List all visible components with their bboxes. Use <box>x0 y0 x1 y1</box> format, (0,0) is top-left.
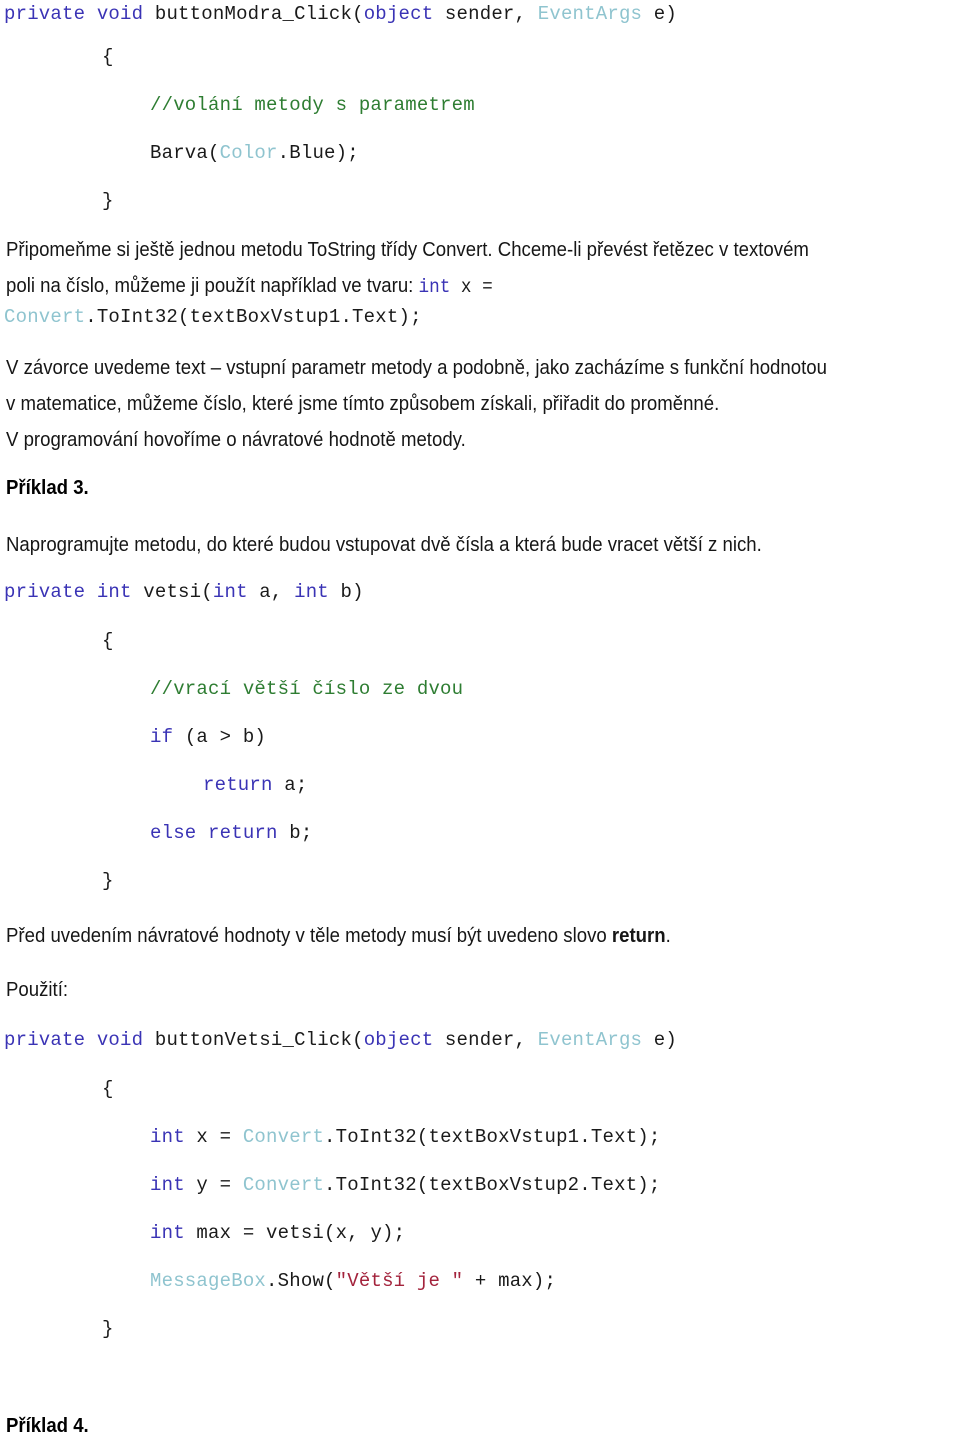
code-line-close-brace-1: } <box>102 190 114 212</box>
type-eventargs: EventArgs <box>537 3 643 25</box>
paragraph-return-text-pre: Před uvedením návratové hodnoty v těle m… <box>6 925 612 947</box>
keyword-private-3: private <box>4 1029 86 1051</box>
param-b: b) <box>328 581 364 603</box>
keyword-int-max: int <box>150 1222 185 1244</box>
param-sender: sender, <box>433 3 538 25</box>
code-line-open-brace-2: { <box>102 630 114 652</box>
method-name-vetsi: vetsi( <box>131 581 213 603</box>
method-toint32: .ToInt32(textBoxVstup1.Text); <box>85 306 422 328</box>
call-barva: Barva( <box>150 142 220 164</box>
param-e-close-2: e) <box>642 1029 677 1051</box>
keyword-object-2: object <box>363 1029 434 1051</box>
paragraph-zavorce-line1: V závorce uvedeme text – vstupní paramet… <box>6 357 827 379</box>
code-line-comment-volani-metody: //volání metody s parametrem <box>150 94 475 116</box>
code-line-messagebox-show: MessageBox.Show("Větší je " + max); <box>150 1270 556 1292</box>
paragraph-return-keyword: Před uvedením návratové hodnoty v těle m… <box>6 921 671 951</box>
code-line-method-signature-vetsi: private int vetsi(int a, int b) <box>4 581 364 603</box>
code-line-convert-toint32-inline: Convert.ToInt32(textBoxVstup1.Text); <box>4 306 422 328</box>
code-line-return-a: return a; <box>203 774 307 796</box>
string-literal-vetsi-je: "Větší je " <box>335 1270 464 1292</box>
type-convert-x: Convert <box>242 1126 325 1148</box>
code-line-comment-vraci-vetsi: //vrací větší číslo ze dvou <box>150 678 464 700</box>
keyword-private: private <box>4 3 86 25</box>
type-convert-y: Convert <box>242 1174 325 1196</box>
return-value-a: a; <box>272 774 308 796</box>
paragraph-tostring-line2-text: poli na číslo, můžeme ji použít napříkla… <box>6 275 419 297</box>
code-line-else-return-b: else return b; <box>150 822 312 844</box>
type-color: Color <box>219 142 278 164</box>
method-name-buttonVetsi-click: buttonVetsi_Click( <box>143 1029 364 1051</box>
return-value-b: b; <box>277 822 313 844</box>
type-eventargs-2: EventArgs <box>537 1029 643 1051</box>
paragraph-tostring-line2: poli na číslo, můžeme ji použít napříkla… <box>6 271 493 302</box>
call-toint32-vstup1: .ToInt32(textBoxVstup1.Text); <box>324 1126 661 1148</box>
code-line-close-brace-3: } <box>102 1318 114 1340</box>
keyword-return-a: return <box>203 774 273 796</box>
keyword-int-b: int <box>294 581 329 603</box>
code-line-if-condition: if (a > b) <box>150 726 266 748</box>
code-line-declare-max: int max = vetsi(x, y); <box>150 1222 405 1244</box>
code-line-open-brace-1: { <box>102 46 114 68</box>
keyword-int-x: int <box>150 1126 185 1148</box>
param-a: a, <box>247 581 295 603</box>
keyword-else: else <box>150 822 197 844</box>
code-line-declare-y: int y = Convert.ToInt32(textBoxVstup2.Te… <box>150 1174 661 1196</box>
keyword-object: object <box>363 3 434 25</box>
keyword-int-y: int <box>150 1174 185 1196</box>
code-line-declare-x: int x = Convert.ToInt32(textBoxVstup1.Te… <box>150 1126 661 1148</box>
keyword-int-return: int <box>96 581 132 603</box>
heading-priklad-4: Příklad 4. <box>6 1415 89 1437</box>
code-line-method-signature-modra: private void buttonModra_Click(object se… <box>4 3 677 25</box>
var-y-assign: y = <box>184 1174 243 1196</box>
call-toint32-vstup2: .ToInt32(textBoxVstup2.Text); <box>324 1174 661 1196</box>
paragraph-return-text-post: . <box>665 925 671 947</box>
heading-priklad-3: Příklad 3. <box>6 477 89 499</box>
keyword-if: if <box>150 726 174 748</box>
inline-var-x: x = <box>450 276 493 298</box>
var-x-assign: x = <box>184 1126 243 1148</box>
paragraph-task-priklad-3: Naprogramujte metodu, do které budou vst… <box>6 534 762 556</box>
inline-keyword-int: int <box>418 276 451 298</box>
keyword-private-2: private <box>4 581 86 603</box>
concat-max: + max); <box>463 1270 557 1292</box>
call-vetsi-x-y: max = vetsi(x, y); <box>184 1222 406 1244</box>
member-blue: .Blue); <box>277 142 359 164</box>
param-e-close: e) <box>642 3 677 25</box>
paragraph-tostring-line1: Připomeňme si ještě jednou metodu ToStri… <box>6 239 809 261</box>
method-show: .Show( <box>266 1270 336 1292</box>
code-line-open-brace-3: { <box>102 1078 114 1100</box>
document-page: private void buttonModra_Click(object se… <box>0 0 960 1448</box>
keyword-int-a: int <box>212 581 248 603</box>
keyword-return-b: return <box>196 822 278 844</box>
paragraph-zavorce-line2: v matematice, můžeme číslo, které jsme t… <box>6 393 720 415</box>
param-sender-2: sender, <box>433 1029 538 1051</box>
if-condition-expr: (a > b) <box>173 726 267 748</box>
code-line-method-signature-vetsi-click: private void buttonVetsi_Click(object se… <box>4 1029 677 1051</box>
keyword-void: void <box>96 3 144 25</box>
code-line-close-brace-2: } <box>102 870 114 892</box>
paragraph-return-bold: return <box>611 925 666 947</box>
type-convert: Convert <box>4 306 86 328</box>
paragraph-zavorce-line3: V programování hovoříme o návratové hodn… <box>6 429 466 451</box>
label-pouziti: Použití: <box>6 979 69 1001</box>
code-line-barva-call: Barva(Color.Blue); <box>150 142 359 164</box>
keyword-void-2: void <box>96 1029 144 1051</box>
method-name-buttonModra-click: buttonModra_Click( <box>143 3 364 25</box>
type-messagebox: MessageBox <box>150 1270 267 1292</box>
